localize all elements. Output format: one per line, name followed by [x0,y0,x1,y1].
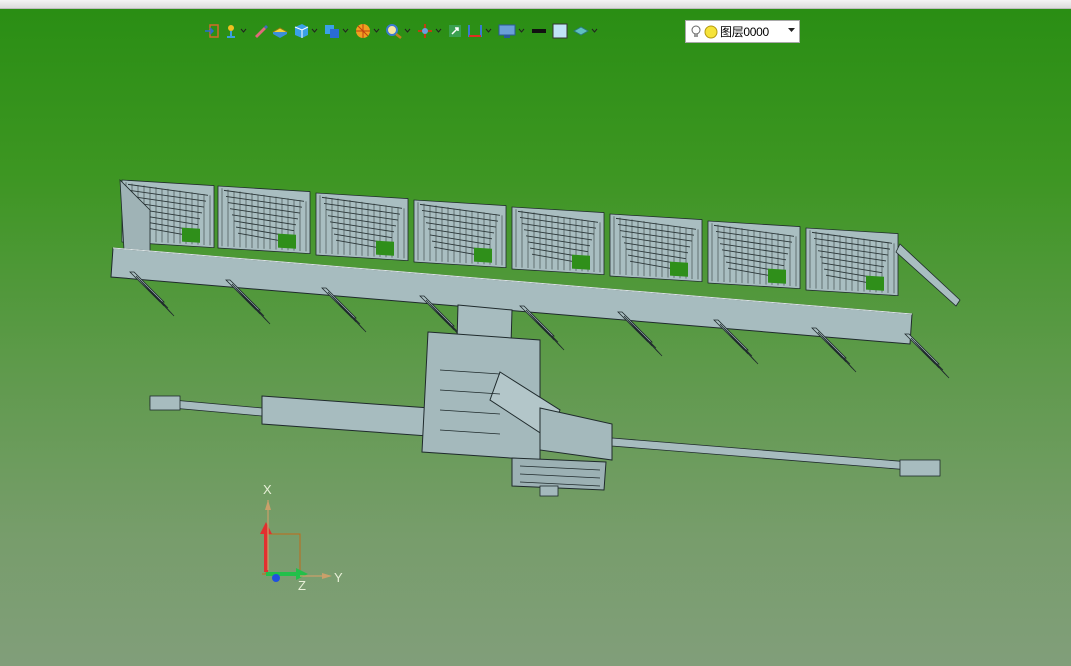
chevron-down-icon[interactable] [435,28,442,34]
chevron-down-icon[interactable] [518,28,525,34]
layer-name: 图层0000 [720,25,769,39]
pen-icon [255,25,268,38]
shading-icon [271,27,289,38]
views-icon [325,25,339,38]
line-color-icon [532,29,546,33]
axis-z-label: Z [298,578,306,593]
solid-shading-button[interactable] [271,20,289,42]
axis-x-label: X [263,482,272,497]
cube-icon [294,24,309,38]
dropdown-arrow-icon[interactable] [788,28,795,33]
section-button[interactable] [466,20,494,42]
magnifier-icon [386,24,402,39]
fit-view-button[interactable] [447,20,463,42]
sun-icon[interactable] [704,25,718,39]
3d-viewport[interactable]: X Y Z 图层0000 [0,9,1071,666]
chevron-down-icon[interactable] [373,28,380,34]
left-arm[interactable] [149,395,431,437]
pen-button[interactable] [252,20,268,42]
fill-color-icon [552,23,568,39]
model-scene[interactable]: X Y Z [0,9,1071,666]
fit-icon [449,25,461,37]
snap-icon [227,25,235,38]
view-toolbar [204,20,600,42]
snap-point-button[interactable] [223,20,249,42]
zoom-button[interactable] [385,20,413,42]
view-orient-button[interactable] [323,20,351,42]
axis-y-label: Y [334,570,343,585]
move-axis-button[interactable] [416,20,444,42]
chevron-down-icon[interactable] [342,28,349,34]
chevron-down-icon[interactable] [485,28,492,34]
bulb-icon[interactable] [691,25,701,39]
render-style-button[interactable] [354,20,382,42]
line-color-button[interactable] [530,20,548,42]
display-button[interactable] [497,20,527,42]
window-top-strip [0,0,1071,9]
chevron-down-icon[interactable] [591,28,598,34]
carriage-assembly[interactable] [421,331,613,497]
right-arm[interactable] [611,437,941,477]
chevron-down-icon[interactable] [311,28,318,34]
axis-triad: X Y Z [260,482,343,593]
layer-style-icon [572,26,590,36]
section-icon [468,25,482,37]
box-view-button[interactable] [292,20,320,42]
layer-select[interactable]: 图层0000 [685,20,800,43]
layer-style-button[interactable] [572,20,600,42]
chevron-down-icon[interactable] [240,28,247,34]
monitor-icon [498,24,516,38]
exit-icon [205,24,219,38]
render-icon [356,24,370,38]
exit-sketch-button[interactable] [204,20,220,42]
fill-color-button[interactable] [551,20,569,42]
move-icon [418,24,432,38]
chevron-down-icon[interactable] [404,28,411,34]
